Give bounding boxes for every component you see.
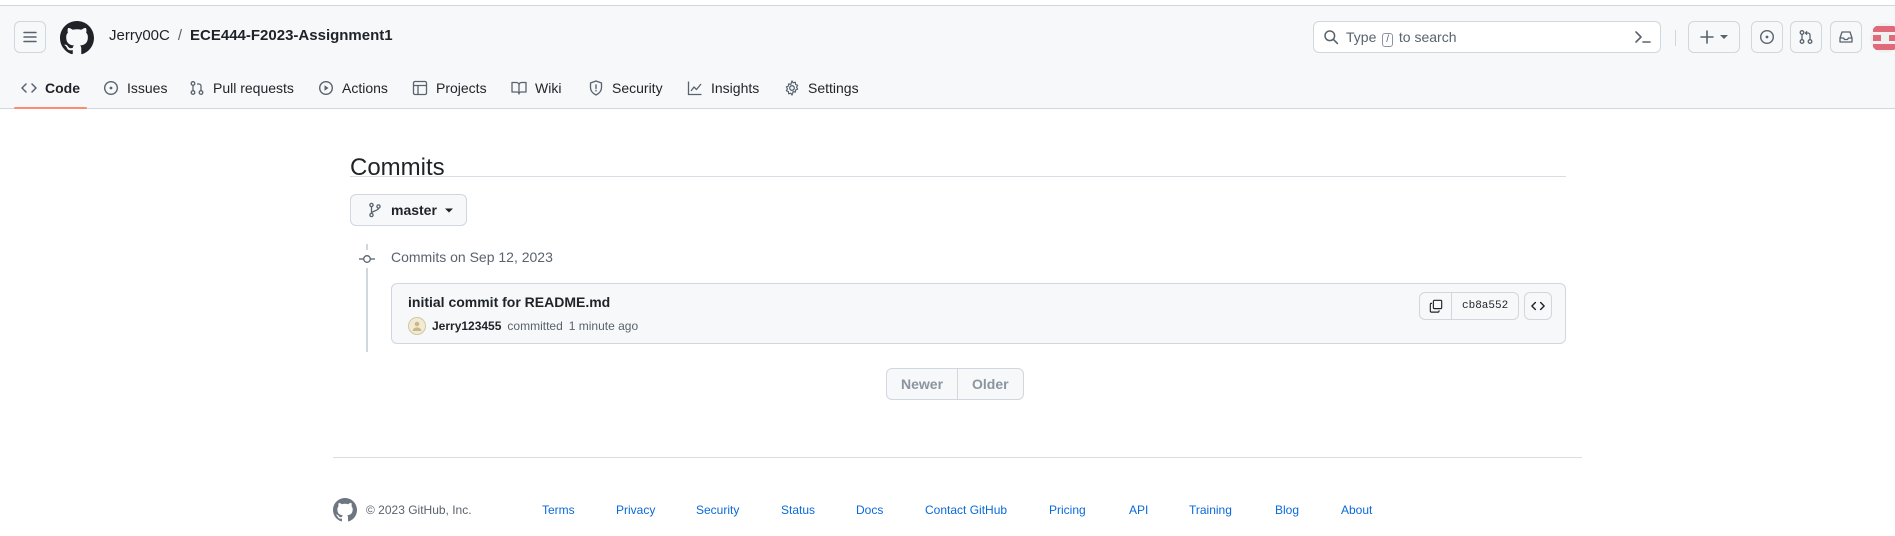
- book-icon: [511, 81, 527, 95]
- footer-link-privacy[interactable]: Privacy: [616, 503, 655, 517]
- commit-sha-group: cb8a552: [1419, 292, 1520, 320]
- tab-label: Actions: [342, 80, 388, 96]
- tab-issues[interactable]: Issues: [103, 68, 167, 108]
- title-divider: [350, 176, 1566, 177]
- search-placeholder-prefix: Type: [1346, 29, 1377, 45]
- footer-link-about[interactable]: About: [1341, 503, 1372, 517]
- table-icon: [412, 80, 428, 96]
- create-new-button[interactable]: [1688, 21, 1740, 53]
- shield-icon: [589, 80, 603, 96]
- tab-settings[interactable]: Settings: [784, 68, 859, 108]
- newer-button[interactable]: Newer: [887, 369, 957, 399]
- breadcrumb: Jerry00C / ECE444-F2023-Assignment1: [109, 27, 393, 44]
- github-mark-icon[interactable]: [333, 498, 357, 522]
- header-divider: [1675, 30, 1676, 46]
- repo-header: Jerry00C / ECE444-F2023-Assignment1 Type /…: [0, 6, 1895, 109]
- footer-link-api[interactable]: API: [1129, 503, 1148, 517]
- branch-selector[interactable]: master: [350, 194, 467, 226]
- tab-wiki[interactable]: Wiki: [511, 68, 561, 108]
- commit-group-date: Commits on Sep 12, 2023: [391, 249, 553, 265]
- identicon-avatar-icon: [1870, 23, 1895, 53]
- gear-icon: [785, 80, 799, 96]
- user-avatar[interactable]: [1870, 23, 1895, 53]
- commit-time: 1 minute ago: [568, 319, 639, 333]
- footer-link-docs[interactable]: Docs: [856, 503, 883, 517]
- commit-action: committed: [507, 319, 563, 333]
- code-icon: [1531, 301, 1545, 311]
- branch-name: master: [391, 202, 437, 218]
- author-avatar[interactable]: [408, 317, 426, 335]
- author-link[interactable]: Jerry123455: [432, 319, 501, 333]
- tab-label: Pull requests: [213, 80, 294, 96]
- git-pull-request-icon: [1799, 30, 1813, 44]
- pagination: Newer Older: [886, 368, 1024, 400]
- person-icon: [412, 321, 422, 331]
- tab-code[interactable]: Code: [14, 68, 87, 109]
- inbox-icon: [1839, 31, 1853, 43]
- footer-link-terms[interactable]: Terms: [542, 503, 575, 517]
- tab-label: Security: [612, 80, 663, 96]
- commit-row: initial commit for README.md Jerry123455…: [391, 283, 1566, 344]
- footer-divider: [333, 457, 1582, 458]
- terminal-icon[interactable]: [1632, 28, 1654, 46]
- search-placeholder-suffix: to search: [1398, 29, 1457, 45]
- tab-label: Insights: [711, 80, 760, 96]
- footer-link-blog[interactable]: Blog: [1275, 503, 1299, 517]
- inbox-button[interactable]: [1830, 21, 1862, 53]
- tab-projects[interactable]: Projects: [412, 68, 487, 108]
- footer-link-security[interactable]: Security: [696, 503, 739, 517]
- issue-opened-icon: [103, 80, 119, 96]
- search-icon: [1324, 30, 1339, 45]
- search-shortcut-key: /: [1382, 33, 1394, 47]
- repo-link[interactable]: ECE444-F2023-Assignment1: [190, 27, 393, 44]
- search-placeholder: Type / to search: [1346, 29, 1457, 47]
- menu-button[interactable]: [14, 21, 46, 53]
- commit-sha-link[interactable]: cb8a552: [1452, 293, 1518, 319]
- tab-label: Issues: [127, 80, 168, 96]
- code-icon: [21, 83, 37, 93]
- copy-sha-button[interactable]: [1420, 293, 1452, 319]
- breadcrumb-separator: /: [177, 27, 183, 44]
- footer-link-training[interactable]: Training: [1189, 503, 1232, 517]
- copy-icon: [1429, 299, 1442, 313]
- tab-label: Wiki: [535, 80, 562, 96]
- tab-actions[interactable]: Actions: [318, 68, 388, 108]
- git-pull-request-icon: [190, 81, 204, 95]
- tab-label: Code: [45, 80, 80, 96]
- your-pull-requests-button[interactable]: [1790, 21, 1822, 53]
- graph-icon: [687, 81, 702, 96]
- page-title: Commits: [350, 154, 445, 182]
- repo-tabs: Code Issues Pull requests Actions Projec…: [0, 68, 1000, 109]
- your-issues-button[interactable]: [1751, 21, 1783, 53]
- older-button[interactable]: Older: [957, 369, 1023, 399]
- tab-security[interactable]: Security: [588, 68, 663, 108]
- footer-link-status[interactable]: Status: [781, 503, 815, 517]
- issue-opened-icon: [1759, 29, 1775, 45]
- tab-pull-requests[interactable]: Pull requests: [189, 68, 294, 108]
- commit-meta: Jerry123455 committed 1 minute ago: [408, 317, 638, 335]
- commit-message-link[interactable]: initial commit for README.md: [408, 294, 610, 310]
- footer-link-contact[interactable]: Contact GitHub: [925, 503, 1007, 517]
- play-icon: [318, 80, 334, 96]
- browse-repo-at-commit-button[interactable]: [1524, 292, 1552, 320]
- git-commit-icon: [358, 250, 376, 268]
- footer-copyright: © 2023 GitHub, Inc.: [366, 503, 472, 517]
- github-logo-icon[interactable]: [60, 21, 94, 55]
- global-bar: Jerry00C / ECE444-F2023-Assignment1 Type /…: [0, 6, 1895, 68]
- hamburger-icon: [23, 31, 37, 43]
- tab-label: Projects: [436, 80, 487, 96]
- owner-link[interactable]: Jerry00C: [109, 27, 170, 44]
- git-branch-icon: [369, 202, 381, 218]
- caret-down-icon: [1720, 35, 1728, 39]
- search-input[interactable]: Type / to search: [1313, 21, 1661, 53]
- tab-label: Settings: [808, 80, 859, 96]
- plus-icon: [1700, 30, 1714, 44]
- tab-insights[interactable]: Insights: [687, 68, 759, 108]
- footer-link-pricing[interactable]: Pricing: [1049, 503, 1086, 517]
- caret-down-icon: [444, 208, 453, 213]
